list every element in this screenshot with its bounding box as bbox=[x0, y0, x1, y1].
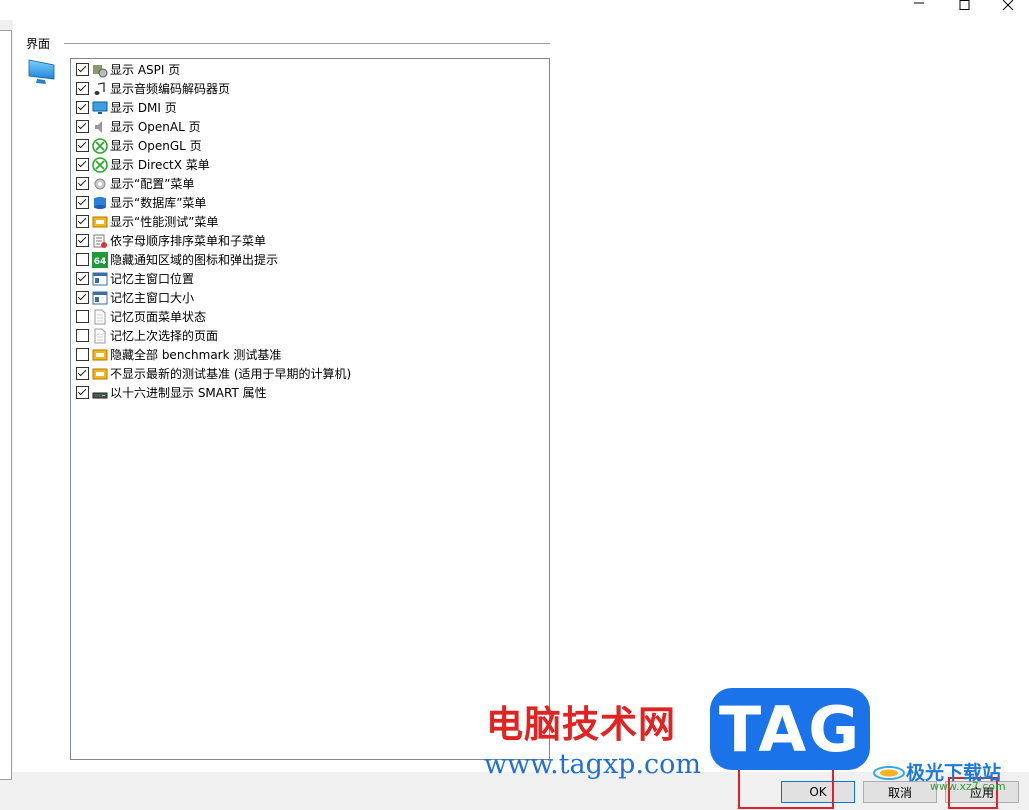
watermark-site-url: www.xz7.com bbox=[930, 780, 1006, 793]
option-checkbox[interactable] bbox=[76, 253, 89, 266]
option-label: 显示 DirectX 菜单 bbox=[110, 158, 210, 172]
option-label: 显示 OpenGL 页 bbox=[110, 139, 202, 153]
option-label: 显示“性能测试”菜单 bbox=[110, 215, 219, 229]
xbox-icon bbox=[92, 137, 108, 154]
option-label: 记忆上次选择的页面 bbox=[110, 329, 219, 343]
option-checkbox[interactable] bbox=[76, 82, 89, 95]
option-checkbox[interactable] bbox=[76, 215, 89, 228]
option-checkbox[interactable] bbox=[76, 120, 89, 133]
watermark-cn-text: 电脑技术网 bbox=[486, 703, 676, 746]
ok-button[interactable]: OK bbox=[781, 781, 855, 803]
option-label: 显示音频编码解码器页 bbox=[110, 82, 231, 96]
option-row[interactable]: 记忆主窗口位置 bbox=[76, 269, 194, 288]
svg-text:64: 64 bbox=[94, 257, 107, 267]
option-label: 隐藏通知区域的图标和弹出提示 bbox=[110, 253, 279, 267]
option-checkbox[interactable] bbox=[76, 177, 89, 190]
option-checkbox[interactable] bbox=[76, 272, 89, 285]
option-checkbox[interactable] bbox=[76, 348, 89, 361]
option-row[interactable]: 显示 OpenGL 页 bbox=[76, 136, 202, 155]
drive-icon bbox=[92, 385, 108, 401]
benchmark-icon bbox=[92, 347, 108, 363]
benchmark-icon bbox=[92, 366, 108, 382]
option-label: 以十六进制显示 SMART 属性 bbox=[110, 386, 267, 400]
option-row[interactable]: 记忆页面菜单状态 bbox=[76, 307, 206, 326]
option-label: 显示 DMI 页 bbox=[110, 101, 177, 115]
speaker-icon bbox=[92, 119, 108, 135]
option-checkbox[interactable] bbox=[76, 158, 89, 171]
option-label: 依字母顺序排序菜单和子菜单 bbox=[110, 234, 267, 248]
group-title: 界面 bbox=[26, 37, 51, 51]
aurora-logo-icon bbox=[873, 765, 905, 780]
monitor-icon bbox=[28, 59, 55, 84]
option-row[interactable]: 显示“数据库”菜单 bbox=[76, 193, 206, 212]
option-checkbox[interactable] bbox=[76, 329, 89, 342]
left-tree-edge bbox=[0, 30, 12, 780]
option-label: 记忆页面菜单状态 bbox=[110, 310, 207, 324]
option-checkbox[interactable] bbox=[76, 291, 89, 304]
option-row[interactable]: 以十六进制显示 SMART 属性 bbox=[76, 383, 267, 402]
option-row[interactable]: 显示 OpenAL 页 bbox=[76, 117, 201, 136]
option-row[interactable]: 显示“性能测试”菜单 bbox=[76, 212, 218, 231]
option-row[interactable]: 隐藏全部 benchmark 测试基准 bbox=[76, 345, 281, 364]
close-icon bbox=[1002, 0, 1014, 11]
option-label: 记忆主窗口大小 bbox=[110, 291, 195, 305]
group-divider bbox=[64, 43, 550, 44]
option-checkbox[interactable] bbox=[76, 310, 89, 323]
watermark-tag-logo: TAG bbox=[710, 688, 870, 770]
page-icon bbox=[92, 309, 108, 325]
close-button[interactable] bbox=[983, 0, 1029, 20]
sort-icon bbox=[92, 233, 108, 249]
option-label: 显示“配置”菜单 bbox=[110, 177, 195, 191]
option-checkbox[interactable] bbox=[76, 139, 89, 152]
window-icon bbox=[92, 290, 108, 306]
option-label: 隐藏全部 benchmark 测试基准 bbox=[110, 348, 282, 362]
aspi-icon bbox=[92, 62, 108, 78]
option-checkbox[interactable] bbox=[76, 63, 89, 76]
minimize-icon bbox=[914, 2, 924, 4]
option-checkbox[interactable] bbox=[76, 196, 89, 209]
option-row[interactable]: 显示音频编码解码器页 bbox=[76, 79, 230, 98]
page-icon bbox=[92, 328, 108, 344]
option-row[interactable]: 记忆上次选择的页面 bbox=[76, 326, 218, 345]
gear-icon bbox=[92, 176, 108, 192]
maximize-button[interactable] bbox=[941, 0, 987, 20]
minimize-button[interactable] bbox=[896, 0, 942, 20]
benchmark-icon bbox=[92, 214, 108, 230]
options-listbox[interactable]: 显示 ASPI 页显示音频编码解码器页 显示 DMI 页显示 OpenAL 页显示… bbox=[70, 58, 550, 760]
xbox-icon bbox=[92, 156, 108, 173]
database-icon bbox=[92, 195, 108, 211]
option-row[interactable]: 显示 DirectX 菜单 bbox=[76, 155, 210, 174]
title-bar bbox=[0, 0, 1029, 20]
option-checkbox[interactable] bbox=[76, 367, 89, 380]
window-icon bbox=[92, 271, 108, 287]
option-label: 不显示最新的测试基准 (适用于早期的计算机) bbox=[110, 367, 352, 381]
option-row[interactable]: 不显示最新的测试基准 (适用于早期的计算机) bbox=[76, 364, 351, 383]
option-checkbox[interactable] bbox=[76, 386, 89, 399]
option-checkbox[interactable] bbox=[76, 101, 89, 114]
option-label: 显示 OpenAL 页 bbox=[110, 120, 201, 134]
option-row[interactable]: 显示 DMI 页 bbox=[76, 98, 177, 117]
option-checkbox[interactable] bbox=[76, 234, 89, 247]
monitor-icon bbox=[92, 100, 108, 116]
option-row[interactable]: 64 隐藏通知区域的图标和弹出提示 bbox=[76, 250, 278, 269]
option-label: 显示 ASPI 页 bbox=[110, 63, 181, 77]
option-row[interactable]: 记忆主窗口大小 bbox=[76, 288, 194, 307]
option-label: 记忆主窗口位置 bbox=[110, 272, 195, 286]
option-row[interactable]: 显示“配置”菜单 bbox=[76, 174, 194, 193]
music-note-icon bbox=[92, 81, 108, 97]
badge-64-icon: 64 bbox=[92, 251, 108, 268]
watermark-url: www.tagxp.com bbox=[484, 749, 702, 780]
option-label: 显示“数据库”菜单 bbox=[110, 196, 207, 210]
option-row[interactable]: 依字母顺序排序菜单和子菜单 bbox=[76, 231, 266, 250]
maximize-icon bbox=[959, 0, 970, 10]
option-row[interactable]: 显示 ASPI 页 bbox=[76, 60, 180, 79]
